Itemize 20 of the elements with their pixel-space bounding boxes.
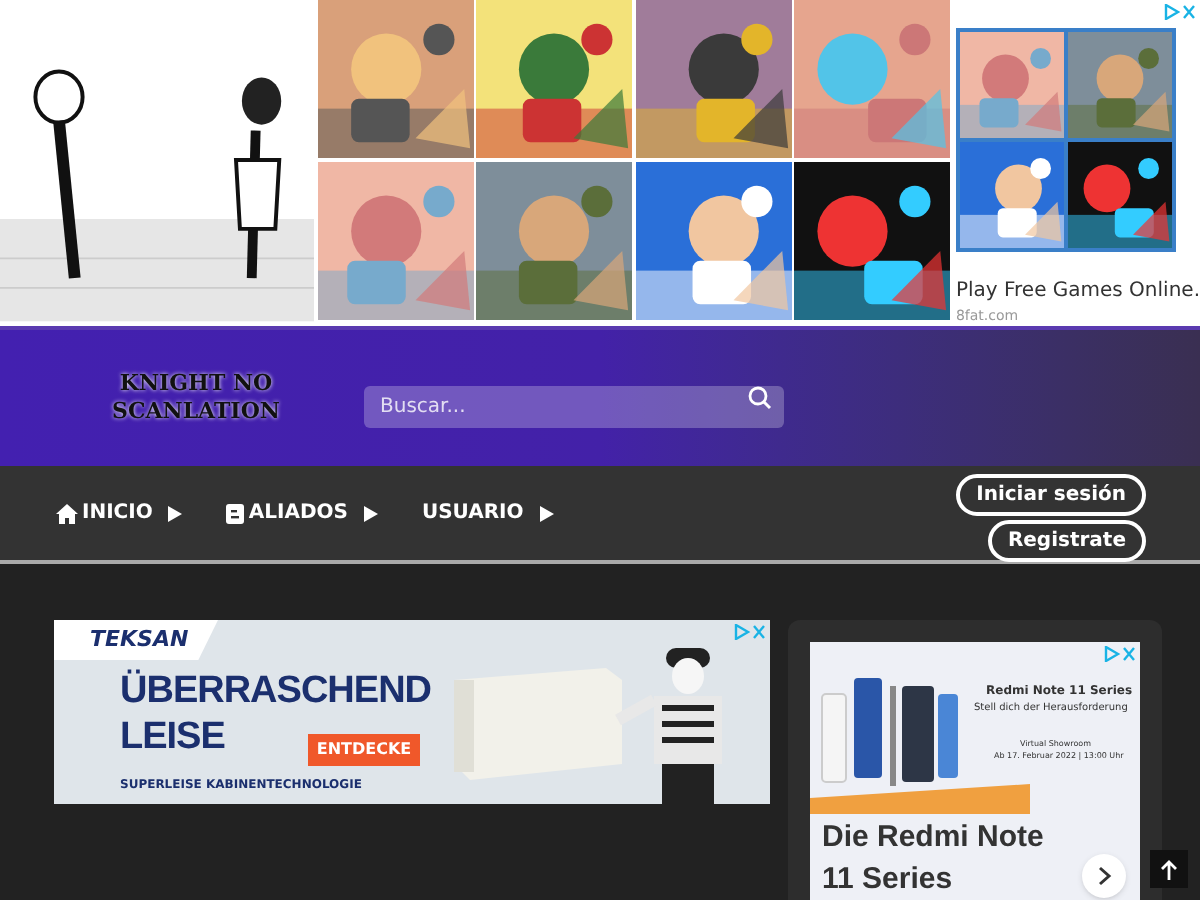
auth-button[interactable]: Iniciar sesión — [956, 474, 1146, 516]
blog-icon — [226, 503, 245, 523]
ad-title[interactable]: Play Free Games Online. — [955, 276, 1200, 306]
ad-headline[interactable]: Die Redmi Note 11 Series — [822, 816, 1082, 900]
next-button[interactable] — [1082, 854, 1126, 898]
auth-button[interactable]: Registrate — [987, 520, 1146, 562]
search-icon[interactable] — [748, 385, 772, 409]
nav-link[interactable]: USUARIO — [421, 498, 554, 528]
brand-logo: TEKSAN — [54, 620, 218, 660]
chevron-icon — [1097, 866, 1111, 886]
nav-link[interactable]: ALIADOS — [226, 498, 378, 528]
arrow-up-icon — [1160, 859, 1178, 879]
scroll-top-button[interactable] — [1150, 850, 1188, 888]
home-icon — [56, 503, 78, 523]
nav-link[interactable]: INICIO — [56, 498, 183, 528]
caret-icon — [168, 505, 183, 521]
caret-icon — [539, 505, 554, 521]
banner-headline: ÜBERRASCHEND — [120, 670, 432, 712]
caret-icon — [363, 505, 378, 521]
banner-headline: LEISE — [120, 716, 225, 758]
